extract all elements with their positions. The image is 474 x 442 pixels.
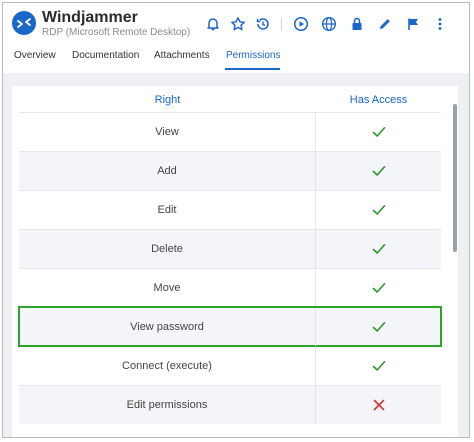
- table-row: Delete: [19, 229, 441, 268]
- flag-icon[interactable]: [404, 15, 422, 33]
- pencil-icon[interactable]: [376, 15, 394, 33]
- more-vertical-icon[interactable]: [431, 15, 449, 33]
- table-row: Connect (execute): [19, 346, 441, 385]
- active-tab-indicator: [225, 68, 280, 70]
- entry-type-subtitle: RDP (Microsoft Remote Desktop): [42, 27, 191, 38]
- permission-name: Connect (execute): [19, 347, 316, 385]
- scrollbar-thumb[interactable]: [453, 104, 457, 252]
- star-icon[interactable]: [229, 15, 247, 33]
- check-icon: [372, 127, 385, 137]
- permission-name: Delete: [19, 230, 316, 268]
- check-icon: [372, 244, 385, 254]
- permission-name: Add: [19, 152, 316, 190]
- permissions-content: Right Has Access View Add Edit Delete Move Vi…: [3, 73, 469, 437]
- has-access-cell: [316, 269, 441, 307]
- table-row-highlighted: View password: [18, 306, 442, 347]
- has-access-cell: [316, 191, 441, 229]
- has-access-cell: [316, 113, 441, 151]
- check-icon: [372, 166, 385, 176]
- entry-title: Windjammer: [42, 9, 138, 26]
- window: Windjammer RDP (Microsoft Remote Desktop…: [2, 2, 470, 438]
- globe-icon[interactable]: [320, 15, 338, 33]
- cross-icon: [373, 399, 384, 411]
- has-access-cell: [316, 347, 441, 385]
- rdp-logo-icon: [12, 11, 36, 35]
- tab-documentation[interactable]: Documentation: [72, 47, 139, 73]
- play-icon[interactable]: [292, 15, 310, 33]
- bell-icon[interactable]: [204, 15, 222, 33]
- entry-header: Windjammer RDP (Microsoft Remote Desktop…: [3, 3, 469, 74]
- history-icon[interactable]: [254, 15, 272, 33]
- column-header-right: Right: [154, 94, 181, 106]
- table-row: Add: [19, 151, 441, 190]
- has-access-cell: [316, 386, 441, 424]
- has-access-cell: [316, 152, 441, 190]
- table-row: Edit permissions: [19, 385, 441, 424]
- permission-name: Edit permissions: [19, 386, 316, 424]
- tab-overview[interactable]: Overview: [14, 47, 56, 73]
- permission-name: Move: [19, 269, 316, 307]
- has-access-cell: [316, 308, 441, 346]
- permission-name: View: [19, 113, 316, 151]
- check-icon: [372, 283, 385, 293]
- lock-icon[interactable]: [348, 15, 366, 33]
- check-icon: [372, 322, 385, 332]
- permissions-panel: Right Has Access View Add Edit Delete Move Vi…: [12, 86, 458, 437]
- permission-name: View password: [19, 308, 316, 346]
- check-icon: [372, 361, 385, 371]
- table-row: Edit: [19, 190, 441, 229]
- permission-name: Edit: [19, 191, 316, 229]
- column-header-has-access: Has Access: [349, 94, 408, 106]
- check-icon: [372, 205, 385, 215]
- has-access-cell: [316, 230, 441, 268]
- toolbar-divider: [281, 17, 282, 31]
- table-row: Move: [19, 268, 441, 307]
- table-row: View: [19, 112, 441, 151]
- tab-attachments[interactable]: Attachments: [154, 47, 210, 73]
